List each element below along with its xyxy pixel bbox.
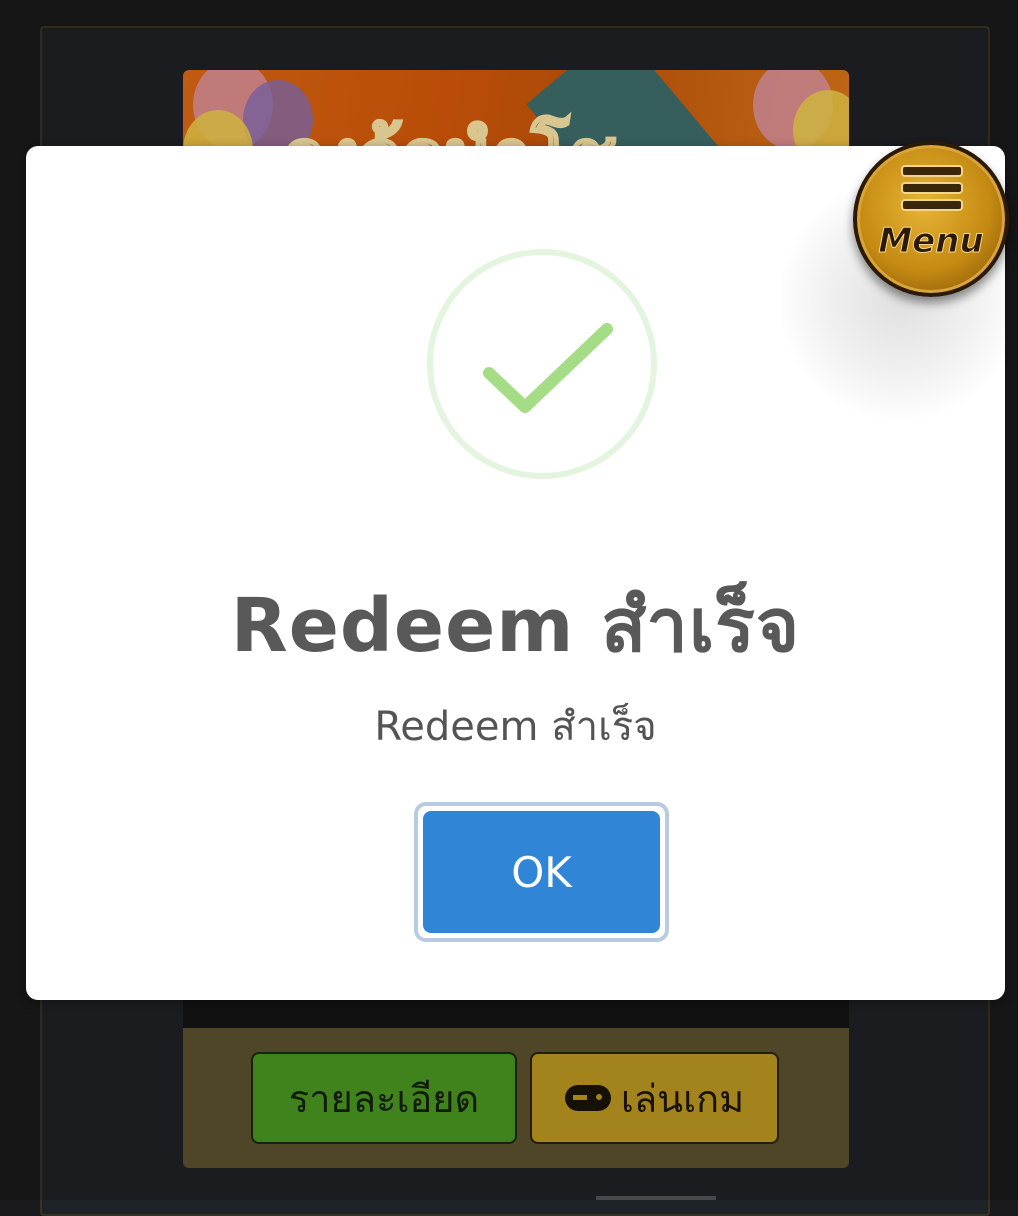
- menu-button-label: Menu: [878, 221, 984, 262]
- dialog-title: Redeem สำเร็จ: [230, 583, 801, 669]
- hamburger-icon: [901, 165, 963, 216]
- ok-button-label: OK: [511, 847, 572, 897]
- ok-button[interactable]: OK: [423, 811, 660, 933]
- dialog-message: Redeem สำเร็จ: [374, 704, 657, 750]
- success-check-icon: [427, 249, 657, 479]
- ok-button-focus-ring: OK: [414, 802, 669, 942]
- menu-button[interactable]: Menu: [853, 141, 1009, 297]
